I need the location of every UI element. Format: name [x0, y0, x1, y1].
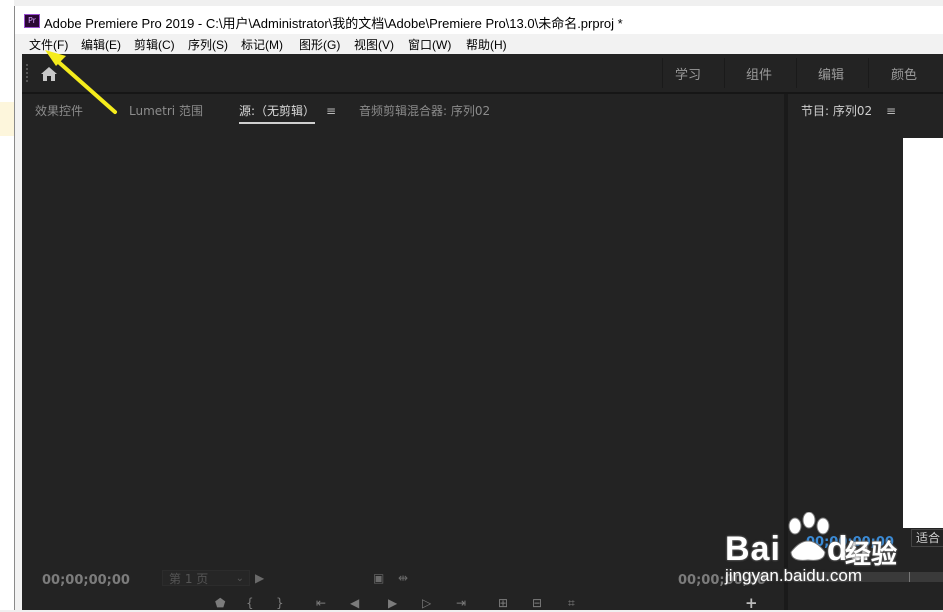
- step-forward-icon[interactable]: ▷: [422, 596, 431, 610]
- title-bar: Pr Adobe Premiere Pro 2019 - C:\用户\Admin…: [15, 6, 943, 34]
- program-video-frame: [903, 138, 943, 528]
- workspace-tab-color[interactable]: 颜色: [891, 64, 917, 83]
- go-to-out-icon[interactable]: ⇥: [456, 596, 466, 610]
- watermark-url: jingyan.baidu.com: [725, 566, 863, 585]
- source-panel-tabs: 效果控件 Lumetri 范围 源:（无剪辑） ≡ 音频剪辑混合器: 序列02: [22, 94, 784, 124]
- page-dropdown-label: 第 1 页: [169, 572, 209, 586]
- program-panel-menu-icon[interactable]: ≡: [886, 104, 896, 118]
- desktop-highlight: [0, 102, 14, 136]
- go-to-in-icon[interactable]: ⇤: [316, 596, 326, 610]
- workspace-separator: [868, 58, 869, 88]
- tab-lumetri-scopes[interactable]: Lumetri 范围: [129, 102, 203, 119]
- menu-clip[interactable]: 剪辑(C): [134, 36, 175, 53]
- tab-audio-clip-mixer[interactable]: 音频剪辑混合器: 序列02: [359, 102, 490, 119]
- mark-out-icon[interactable]: }: [276, 596, 284, 610]
- menu-view[interactable]: 视图(V): [354, 36, 394, 53]
- workspace-separator: [724, 58, 725, 88]
- mark-in-icon[interactable]: {: [246, 596, 254, 610]
- workspace-separator: [796, 58, 797, 88]
- step-back-icon[interactable]: ◀: [350, 596, 359, 610]
- baidu-jingyan-watermark: Bai du 经验 jingyan.baidu.com: [725, 512, 943, 610]
- menu-marker[interactable]: 标记(M): [241, 36, 283, 53]
- add-marker-icon[interactable]: ⬟: [215, 596, 225, 610]
- workspace-tab-assembly[interactable]: 组件: [746, 64, 772, 83]
- split-icon[interactable]: ⇹: [398, 571, 408, 585]
- chevron-down-icon: ⌄: [235, 573, 244, 584]
- header-grip[interactable]: [26, 64, 28, 82]
- menu-window[interactable]: 窗口(W): [408, 36, 451, 53]
- premiere-app-icon: Pr: [24, 14, 40, 28]
- page-dropdown[interactable]: 第 1 页 ⌄: [162, 570, 250, 586]
- overwrite-icon[interactable]: ⊟: [532, 596, 542, 610]
- watermark-brand-start: Bai: [725, 530, 781, 568]
- workspace-separator: [662, 58, 663, 88]
- menu-bar: 文件(F) 编辑(E) 剪辑(C) 序列(S) 标记(M) 图形(G) 视图(V…: [15, 34, 943, 54]
- window-title: Adobe Premiere Pro 2019 - C:\用户\Administ…: [44, 16, 623, 31]
- menu-graphics[interactable]: 图形(G): [299, 36, 340, 53]
- workspace-tab-learn[interactable]: 学习: [675, 64, 701, 83]
- source-monitor-panel: 效果控件 Lumetri 范围 源:（无剪辑） ≡ 音频剪辑混合器: 序列02 …: [22, 94, 784, 610]
- insert-icon[interactable]: ⊞: [498, 596, 508, 610]
- play-icon[interactable]: ▶: [388, 596, 397, 610]
- menu-file[interactable]: 文件(F): [29, 36, 68, 53]
- source-panel-menu-icon[interactable]: ≡: [326, 104, 336, 118]
- source-video-area: [22, 124, 784, 524]
- menu-edit[interactable]: 编辑(E): [81, 36, 121, 53]
- workspace-tab-editing[interactable]: 编辑: [818, 64, 844, 83]
- export-frame-icon[interactable]: ⌗: [568, 596, 575, 610]
- source-playhead-timecode[interactable]: 00;00;00;00: [42, 573, 130, 588]
- play-triangle-icon[interactable]: ▶: [255, 571, 264, 585]
- menu-help[interactable]: 帮助(H): [466, 36, 507, 53]
- tab-source[interactable]: 源:（无剪辑）: [239, 102, 316, 124]
- program-panel-title[interactable]: 节目: 序列02: [801, 102, 872, 119]
- settings-square-icon[interactable]: ▣: [373, 571, 384, 585]
- desktop-background: [0, 0, 14, 610]
- workspace-header: 学习 组件 编辑 颜色: [22, 54, 943, 94]
- menu-sequence[interactable]: 序列(S): [188, 36, 228, 53]
- home-icon[interactable]: [41, 67, 57, 81]
- tab-effect-controls[interactable]: 效果控件: [35, 102, 83, 119]
